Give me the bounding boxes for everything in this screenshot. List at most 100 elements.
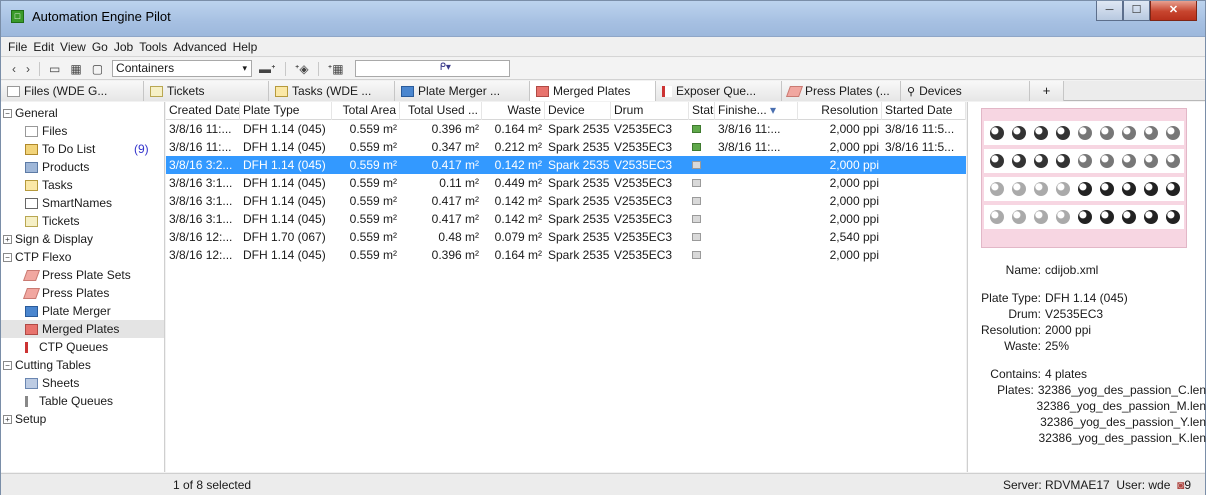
grid-view-icon[interactable]: ▦ [67, 62, 84, 76]
column-header-total-used[interactable]: Total Used ... [400, 102, 482, 120]
tab-merged-plates[interactable]: Merged Plates [530, 81, 656, 101]
tree-group-general[interactable]: − General [1, 104, 164, 122]
column-header-finished[interactable]: Finishe... ▾ [715, 102, 798, 120]
table-header: Created Date Plate Type Total Area Total… [166, 102, 966, 120]
cell-waste: 0.079 m² [494, 230, 542, 244]
table-row[interactable]: 3/8/16 11:... DFH 1.14 (045) 0.559 m² 0.347… [166, 138, 966, 156]
tab-files[interactable]: Files (WDE G... [1, 81, 144, 101]
table-row[interactable]: 3/8/16 12:... DFH 1.14 (045) 0.559 m² 0.396… [166, 246, 966, 264]
tree-item-plate-merger[interactable]: Plate Merger [1, 302, 164, 320]
column-header-drum[interactable]: Drum [611, 102, 689, 120]
merged-plates-icon [25, 323, 38, 335]
tree-item-sheets[interactable]: Sheets [1, 374, 164, 392]
menu-advanced[interactable]: Advanced [170, 40, 229, 54]
tab-press-plates[interactable]: Press Plates (... [782, 81, 901, 101]
expand-icon[interactable]: + [3, 234, 12, 244]
back-icon[interactable]: ‹ [9, 62, 19, 76]
forward-icon[interactable]: › [23, 62, 33, 76]
column-header-waste[interactable]: Waste [482, 102, 545, 120]
tab-exposer-queue[interactable]: Exposer Que... [656, 81, 782, 101]
minimize-button[interactable]: ─ [1096, 1, 1123, 21]
add-container-icon[interactable]: ▬ᐩ [256, 62, 279, 76]
column-header-started-date[interactable]: Started Date [882, 102, 966, 120]
tree-group-cutting-tables[interactable]: − Cutting Tables [1, 356, 164, 374]
tree-item-press-plates[interactable]: Press Plates [1, 284, 164, 302]
list-view-icon[interactable]: ▭ [46, 62, 63, 76]
column-header-plate-type[interactable]: Plate Type [240, 102, 332, 120]
add-tab-button[interactable]: + [1030, 81, 1064, 101]
tree-item-products[interactable]: Products [1, 158, 164, 176]
cell-resolution: 2,000 ppi [829, 248, 879, 262]
detail-label: Drum: [1008, 307, 1041, 321]
title-bar[interactable]: □ Automation Engine Pilot ─ ☐ ✕ [1, 1, 1205, 37]
tab-plate-merger[interactable]: Plate Merger ... [395, 81, 530, 101]
tree-item-smartnames[interactable]: SmartNames [1, 194, 164, 212]
state-done-icon [692, 143, 701, 151]
notification-count[interactable]: 9 [1184, 478, 1191, 492]
tab-label: Files (WDE G... [24, 84, 108, 98]
table-row[interactable]: 3/8/16 11:... DFH 1.14 (045) 0.559 m² 0.396… [166, 120, 966, 138]
tree-item-table-queues[interactable]: Table Queues [1, 392, 164, 410]
detail-value: 32386_yog_des_passion_M.len [1036, 399, 1206, 413]
navigation-tree: − General Files To Do List (9) Products Ta… [1, 102, 165, 472]
cell-total-area: 0.559 m² [349, 140, 397, 154]
menu-edit[interactable]: Edit [30, 40, 57, 54]
collapse-icon[interactable]: − [3, 108, 12, 118]
plate-image [1078, 154, 1092, 168]
cell-resolution: 2,000 ppi [829, 140, 879, 154]
add-merge-icon[interactable]: ᐩ▦ [325, 62, 347, 76]
search-input[interactable]: ᑭ▾ [354, 60, 510, 77]
table-row[interactable]: 3/8/16 3:1... DFH 1.14 (045) 0.559 m² 0.417… [166, 210, 966, 228]
sheets-icon [25, 377, 38, 389]
tree-item-label: Files [42, 124, 68, 138]
cell-finished [715, 210, 798, 228]
column-header-total-area[interactable]: Total Area [332, 102, 400, 120]
tree-item-to-do-list[interactable]: To Do List (9) [1, 140, 164, 158]
column-header-device[interactable]: Device [545, 102, 611, 120]
tree-item-merged-plates[interactable]: Merged Plates [1, 320, 164, 338]
table-row[interactable]: 3/8/16 3:1... DFH 1.14 (045) 0.559 m² 0.417… [166, 192, 966, 210]
tree-item-ctp-queues[interactable]: CTP Queues [1, 338, 164, 356]
maximize-button[interactable]: ☐ [1123, 1, 1150, 21]
state-idle-icon [692, 179, 701, 187]
tree-item-press-plate-sets[interactable]: Press Plate Sets [1, 266, 164, 284]
cell-drum: V2535EC3 [614, 122, 673, 136]
menu-view[interactable]: View [57, 40, 89, 54]
detail-value: cdijob.xml [1045, 263, 1099, 277]
search-icon[interactable]: ᑭ▾ [440, 62, 451, 73]
detail-view-icon[interactable]: ▢ [89, 62, 106, 76]
menu-help[interactable]: Help [230, 40, 261, 54]
tree-item-tasks[interactable]: Tasks [1, 176, 164, 194]
table-row[interactable]: 3/8/16 3:1... DFH 1.14 (045) 0.559 m² 0.11 … [166, 174, 966, 192]
column-header-created-date[interactable]: Created Date [166, 102, 240, 120]
tree-item-label: Tickets [42, 214, 80, 228]
tree-group-sign-display[interactable]: + Sign & Display [1, 230, 164, 248]
tree-group-setup[interactable]: + Setup [1, 410, 164, 428]
toolbar-divider [284, 61, 286, 76]
tab-tasks[interactable]: Tasks (WDE ... [269, 81, 395, 101]
toolbar-divider [39, 61, 40, 76]
column-header-state[interactable]: State [689, 102, 715, 120]
app-icon: □ [11, 10, 24, 23]
menu-go[interactable]: Go [89, 40, 111, 54]
plate-image [1144, 210, 1158, 224]
ticket-icon [150, 85, 163, 97]
menu-job[interactable]: Job [111, 40, 136, 54]
containers-dropdown[interactable]: Containers ▾ [112, 60, 253, 77]
collapse-icon[interactable]: − [3, 360, 12, 370]
table-row[interactable]: 3/8/16 12:... DFH 1.70 (067) 0.559 m² 0.48 … [166, 228, 966, 246]
tab-tickets[interactable]: Tickets [144, 81, 269, 101]
add-press-plate-icon[interactable]: ᐩ◈ [292, 62, 312, 76]
tree-item-files[interactable]: Files [1, 122, 164, 140]
tree-group-ctp-flexo[interactable]: − CTP Flexo [1, 248, 164, 266]
menu-tools[interactable]: Tools [136, 40, 170, 54]
collapse-icon[interactable]: − [3, 252, 12, 262]
tree-item-tickets[interactable]: Tickets [1, 212, 164, 230]
column-header-resolution[interactable]: Resolution [798, 102, 882, 120]
close-button[interactable]: ✕ [1150, 1, 1197, 21]
menu-file[interactable]: File [5, 40, 30, 54]
expand-icon[interactable]: + [3, 414, 12, 424]
table-row[interactable]: 3/8/16 3:2... DFH 1.14 (045) 0.559 m² 0.417… [166, 156, 966, 174]
tab-devices[interactable]: ⚲ Devices [901, 81, 1030, 101]
cell-total-area: 0.559 m² [349, 158, 397, 172]
